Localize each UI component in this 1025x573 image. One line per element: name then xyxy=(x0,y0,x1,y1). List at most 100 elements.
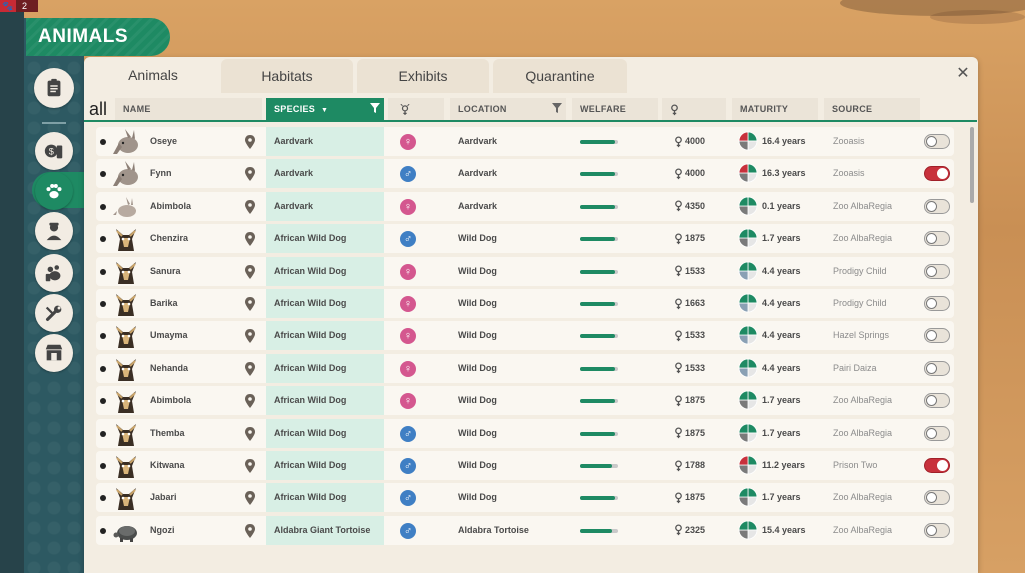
location-pin-icon[interactable] xyxy=(244,167,256,182)
animal-location[interactable]: Wild Dog xyxy=(458,354,497,383)
location-pin-icon[interactable] xyxy=(244,297,256,311)
table-row[interactable]: Nehanda African Wild Dog ♀ Wild Dog 1533… xyxy=(96,353,954,383)
location-pin-icon[interactable] xyxy=(244,426,256,441)
location-pin-icon[interactable] xyxy=(244,199,256,214)
animal-name[interactable]: Umayma xyxy=(150,321,188,350)
table-row[interactable]: Chenzira African Wild Dog ♂ Wild Dog 187… xyxy=(96,224,954,254)
notification-badge[interactable]: 🐾 2 xyxy=(0,0,38,12)
column-name[interactable]: NAME xyxy=(115,98,262,120)
sidebar-clipboard-button[interactable] xyxy=(34,68,74,108)
animal-location[interactable]: Wild Dog xyxy=(458,483,497,512)
animal-name[interactable]: Ngozi xyxy=(150,516,175,545)
contraception-toggle[interactable] xyxy=(924,296,950,311)
filter-icon[interactable] xyxy=(552,103,562,113)
tab-habitats[interactable]: Habitats xyxy=(221,59,353,93)
animal-name[interactable]: Nehanda xyxy=(150,354,188,383)
sidebar-maintenance-button[interactable] xyxy=(35,294,73,332)
animal-location[interactable]: Wild Dog xyxy=(458,289,497,318)
contraception-toggle[interactable] xyxy=(924,231,950,247)
animal-location[interactable]: Wild Dog xyxy=(458,451,497,480)
scrollbar[interactable] xyxy=(970,127,974,203)
animal-name[interactable]: Abimbola xyxy=(150,386,191,415)
location-pin-icon[interactable] xyxy=(244,361,256,376)
tab-quarantine[interactable]: Quarantine xyxy=(493,59,627,93)
contraception-toggle[interactable] xyxy=(924,263,950,279)
tab-animals[interactable]: Animals xyxy=(90,57,216,93)
animal-location[interactable]: Aardvark xyxy=(458,159,497,188)
table-row[interactable]: Themba African Wild Dog ♂ Wild Dog 1875 … xyxy=(96,418,954,448)
location-pin-icon[interactable] xyxy=(244,264,256,279)
filter-all-label[interactable]: all xyxy=(89,99,107,120)
animal-source: Zoo AlbaRegia xyxy=(833,492,893,503)
animal-location[interactable]: Aardvark xyxy=(458,127,497,156)
tab-exhibits[interactable]: Exhibits xyxy=(357,59,489,93)
column-species[interactable]: SPECIES ▼ xyxy=(266,98,384,120)
sidebar-animals-button[interactable] xyxy=(35,172,73,210)
animal-location[interactable]: Aardvark xyxy=(458,192,497,221)
table-row[interactable]: Abimbola Aardvark ♀ Aardvark 4350 0.1 ye… xyxy=(96,191,954,221)
location-pin-icon[interactable] xyxy=(244,459,256,473)
sidebar-finance-button[interactable]: $ xyxy=(35,132,73,170)
maturity-pie-icon xyxy=(738,163,758,183)
table-row[interactable]: Jabari African Wild Dog ♂ Wild Dog 1875 … xyxy=(96,483,954,513)
contraception-toggle[interactable] xyxy=(924,425,950,441)
money-icon: $ xyxy=(44,144,63,159)
animal-name[interactable]: Sanura xyxy=(150,257,181,286)
animal-location[interactable]: Wild Dog xyxy=(458,224,497,253)
contraception-toggle[interactable] xyxy=(924,360,950,376)
animal-location[interactable]: Wild Dog xyxy=(458,321,497,350)
contraception-toggle[interactable] xyxy=(924,328,950,344)
location-pin-icon[interactable] xyxy=(244,329,256,344)
contraception-toggle[interactable] xyxy=(924,134,950,149)
column-value[interactable] xyxy=(662,98,726,120)
animal-maturity: 16.4 years xyxy=(762,136,806,146)
table-row[interactable]: Umayma African Wild Dog ♀ Wild Dog 1533 … xyxy=(96,321,954,351)
row-bullet xyxy=(100,301,106,307)
table-row[interactable]: Abimbola African Wild Dog ♀ Wild Dog 187… xyxy=(96,386,954,416)
location-pin-icon[interactable] xyxy=(244,523,256,538)
table-row[interactable]: Oseye Aardvark ♀ Aardvark 4000 16.4 year… xyxy=(96,127,954,156)
filter-icon[interactable] xyxy=(370,103,380,113)
location-pin-icon[interactable] xyxy=(244,491,256,506)
animal-name[interactable]: Barika xyxy=(150,289,178,318)
animal-location[interactable]: Wild Dog xyxy=(458,386,497,415)
location-pin-icon[interactable] xyxy=(244,135,256,149)
animal-source: Zoo AlbaRegia xyxy=(833,200,893,211)
animal-name[interactable]: Oseye xyxy=(150,127,177,156)
table-row[interactable]: Kitwana African Wild Dog ♂ Wild Dog 1788… xyxy=(96,451,954,480)
sidebar-staff-button[interactable] xyxy=(35,212,73,250)
animal-name[interactable]: Abimbola xyxy=(150,192,191,221)
animal-location[interactable]: Wild Dog xyxy=(458,257,497,286)
animal-name[interactable]: Kitwana xyxy=(150,451,185,480)
column-location[interactable]: LOCATION xyxy=(450,98,566,120)
table-row[interactable]: Barika African Wild Dog ♀ Wild Dog 1663 … xyxy=(96,289,954,318)
location-pin-icon[interactable] xyxy=(244,394,256,409)
column-source[interactable]: SOURCE xyxy=(824,98,920,120)
animal-name[interactable]: Themba xyxy=(150,419,185,448)
column-gender[interactable] xyxy=(388,98,444,120)
contraception-toggle[interactable] xyxy=(924,166,950,182)
table-row[interactable]: Sanura African Wild Dog ♀ Wild Dog 1533 … xyxy=(96,256,954,286)
contraception-toggle[interactable] xyxy=(924,490,950,506)
contraception-toggle[interactable] xyxy=(924,458,950,473)
maturity-pie-icon xyxy=(738,228,758,248)
column-maturity[interactable]: MATURITY xyxy=(732,98,818,120)
contraception-toggle[interactable] xyxy=(924,522,950,538)
animal-name[interactable]: Chenzira xyxy=(150,224,188,253)
location-pin-icon[interactable] xyxy=(244,232,256,247)
animal-location[interactable]: Wild Dog xyxy=(458,419,497,448)
contraception-toggle[interactable] xyxy=(924,198,950,214)
column-welfare[interactable]: WELFARE xyxy=(572,98,658,120)
desert-shadow xyxy=(930,10,1025,24)
animal-name[interactable]: Fynn xyxy=(150,159,172,188)
sidebar-animal-care-button[interactable] xyxy=(35,254,73,292)
animal-location[interactable]: Aldabra Tortoise xyxy=(458,516,529,545)
contraception-toggle[interactable] xyxy=(924,393,950,409)
animal-name[interactable]: Jabari xyxy=(150,483,177,512)
sidebar-shop-button[interactable] xyxy=(35,334,73,372)
table-row[interactable]: Fynn Aardvark ♂ Aardvark 4000 16.3 years… xyxy=(96,159,954,189)
close-icon[interactable]: ✕ xyxy=(954,65,972,83)
female-icon: ♀ xyxy=(400,393,416,410)
table-row[interactable]: Ngozi Aldabra Giant Tortoise ♂ Aldabra T… xyxy=(96,515,954,545)
animal-maturity: 16.3 years xyxy=(762,168,806,179)
